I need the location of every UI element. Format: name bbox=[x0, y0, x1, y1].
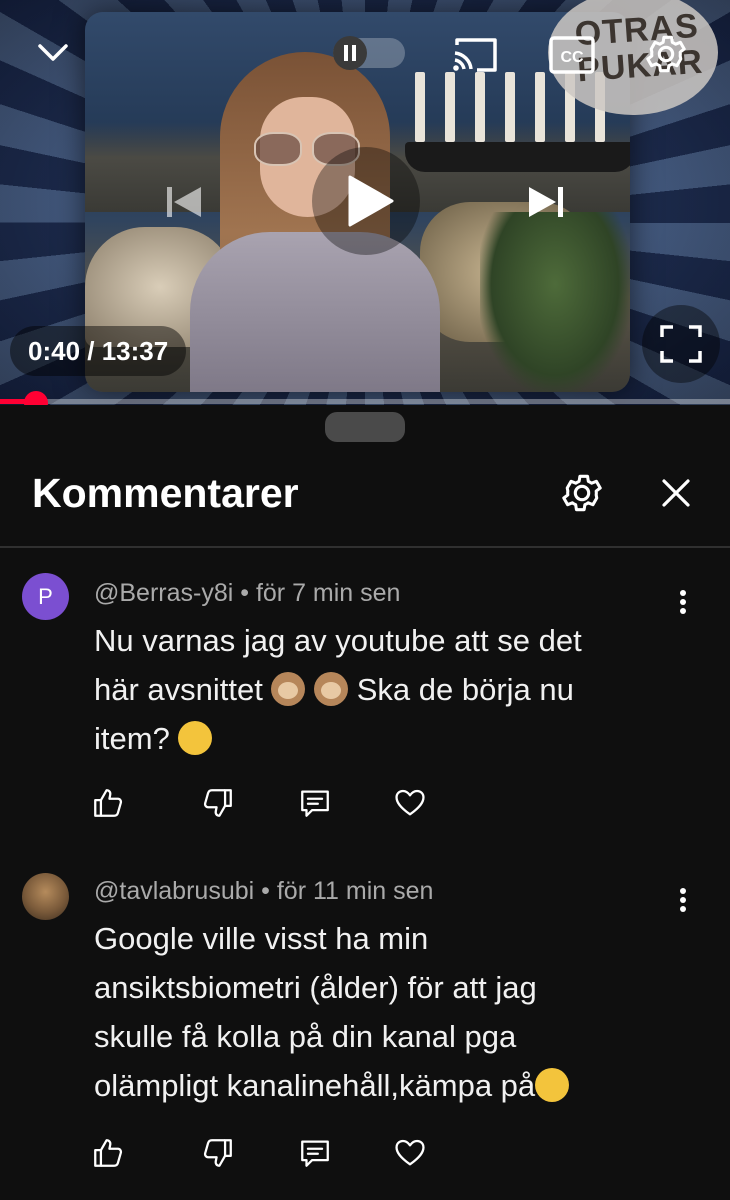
comment-meta: @tavlabrusubi • för 11 min sen bbox=[94, 877, 433, 906]
avatar[interactable]: P bbox=[22, 573, 69, 620]
avatar[interactable] bbox=[22, 873, 69, 920]
video-player[interactable]: OTRAS PUKAR CC 0:40 / 13:37 bbox=[0, 0, 730, 405]
cc-icon[interactable]: CC bbox=[546, 30, 598, 80]
comment-meta: @Berras-y8i • för 7 min sen bbox=[94, 579, 400, 608]
reply-icon[interactable] bbox=[295, 783, 335, 823]
comment-time: för 7 min sen bbox=[255, 579, 401, 607]
meta-separator: • bbox=[233, 579, 256, 607]
play-icon bbox=[342, 173, 398, 229]
grinning-sweat-icon bbox=[535, 1068, 570, 1102]
time-display: 0:40 / 13:37 bbox=[10, 326, 187, 376]
total-time: 13:37 bbox=[101, 335, 169, 366]
thumb-up-icon[interactable] bbox=[88, 1133, 128, 1173]
comments-sheet: Kommentarer P @Berras-y8i • för 7 min se… bbox=[0, 405, 730, 1200]
thumb-down-icon[interactable] bbox=[198, 1133, 238, 1173]
see-no-evil-monkey-icon bbox=[314, 672, 349, 706]
comment-text: Nu varnas jag av youtube att se det här … bbox=[94, 623, 582, 756]
pause-icon bbox=[333, 36, 367, 70]
divider bbox=[0, 546, 730, 548]
current-time: 0:40 bbox=[28, 335, 81, 366]
autoplay-toggle[interactable] bbox=[333, 36, 405, 70]
fullscreen-icon bbox=[657, 320, 705, 368]
comment-time: för 11 min sen bbox=[276, 877, 434, 905]
close-icon[interactable] bbox=[651, 468, 701, 518]
cast-icon[interactable] bbox=[448, 30, 504, 80]
svg-text:CC: CC bbox=[560, 49, 584, 66]
fullscreen-button[interactable] bbox=[642, 305, 720, 383]
reply-icon[interactable] bbox=[295, 1133, 335, 1173]
time-separator: / bbox=[80, 335, 102, 366]
see-no-evil-monkey-icon bbox=[271, 672, 306, 706]
comment-author[interactable]: @Berras-y8i bbox=[94, 579, 233, 607]
gear-icon[interactable] bbox=[557, 468, 607, 518]
meta-separator: • bbox=[254, 877, 277, 905]
skip-previous-icon[interactable] bbox=[160, 178, 208, 226]
drag-handle[interactable] bbox=[325, 412, 405, 442]
page-title: Kommentarer bbox=[32, 470, 299, 516]
worried-face-icon bbox=[178, 721, 213, 755]
thumb-down-icon[interactable] bbox=[198, 783, 238, 823]
gear-icon[interactable] bbox=[640, 28, 692, 80]
comment-author[interactable]: @tavlabrusubi bbox=[94, 877, 254, 905]
skip-next-icon[interactable] bbox=[522, 178, 570, 226]
thumb-up-icon[interactable] bbox=[88, 783, 128, 823]
chevron-down-icon[interactable] bbox=[30, 30, 76, 76]
heart-icon[interactable] bbox=[390, 1133, 430, 1173]
heart-icon[interactable] bbox=[390, 783, 430, 823]
comment-text: Google ville visst ha min ansiktsbiometr… bbox=[94, 914, 694, 1110]
play-button[interactable] bbox=[312, 147, 420, 255]
progress-track[interactable] bbox=[0, 399, 730, 404]
pine-branches bbox=[480, 212, 630, 392]
